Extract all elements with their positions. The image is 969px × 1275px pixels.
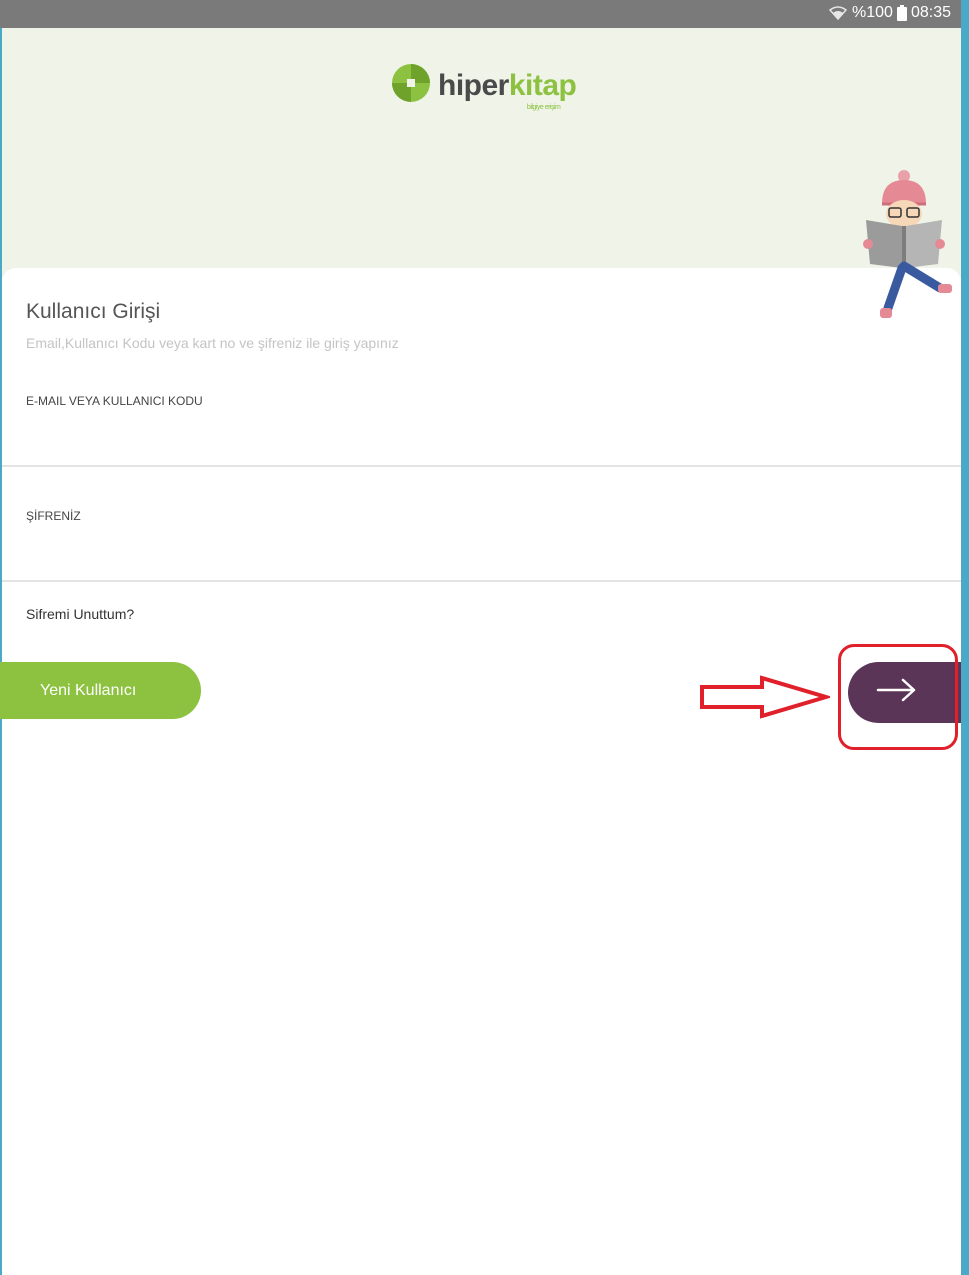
logo-text-kitap: kitap bbox=[508, 68, 577, 102]
status-time: 08:35 bbox=[910, 4, 951, 21]
battery-icon bbox=[896, 5, 907, 21]
email-field-underline bbox=[2, 465, 961, 467]
logo-text-hiper: hiper bbox=[438, 68, 509, 102]
brand-logo: hiperkitap bilgiye erişim bbox=[390, 62, 577, 111]
status-indicators: %100 08:35 bbox=[828, 4, 951, 22]
email-field[interactable] bbox=[2, 412, 961, 464]
logo-wordmark: hiperkitap bilgiye erişim bbox=[438, 68, 577, 111]
logo-mark-icon bbox=[390, 62, 432, 109]
password-field-label: ŞİFRENİZ bbox=[26, 509, 81, 523]
annotation-arrow-icon bbox=[700, 675, 834, 724]
page-title: Kullanıcı Girişi bbox=[26, 300, 161, 323]
reading-child-illustration bbox=[858, 168, 954, 333]
status-bar: %100 08:35 bbox=[0, 0, 961, 28]
wifi-icon bbox=[828, 5, 848, 21]
password-field-underline bbox=[2, 580, 961, 582]
battery-percent: %100 bbox=[852, 4, 893, 21]
logo-tagline: bilgiye erişim bbox=[526, 103, 561, 111]
forgot-password-link[interactable]: Sifremi Unuttum? bbox=[26, 606, 134, 622]
window-border-right bbox=[961, 0, 969, 1275]
new-user-button-label: Yeni Kullanıcı bbox=[40, 681, 137, 699]
page-subtitle: Email,Kullanıcı Kodu veya kart no ve şif… bbox=[26, 335, 399, 351]
email-field-label: E-MAIL VEYA KULLANICI KODU bbox=[26, 394, 203, 408]
app-screen: %100 08:35 hiperkitap bilgiye erişim Kul… bbox=[0, 0, 969, 1275]
annotation-highlight-box bbox=[838, 644, 958, 750]
password-field[interactable] bbox=[2, 527, 961, 579]
new-user-button[interactable]: Yeni Kullanıcı bbox=[0, 662, 201, 719]
